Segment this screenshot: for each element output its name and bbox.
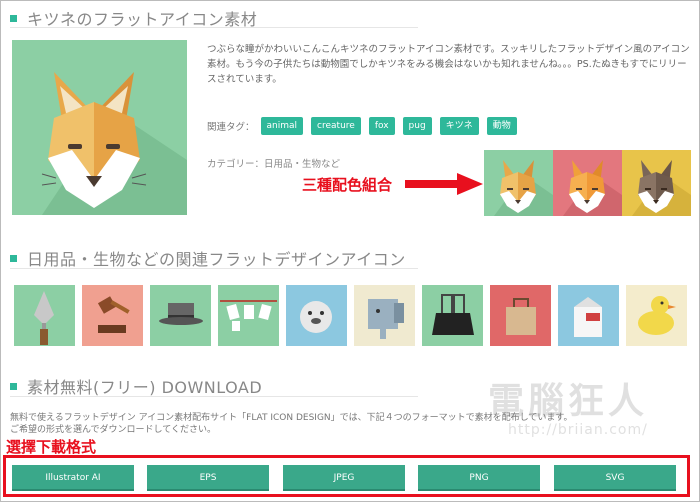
bullet-square xyxy=(10,254,17,262)
tag-doubutsu[interactable]: 動物 xyxy=(486,117,517,135)
tag-pug[interactable]: pug xyxy=(402,117,432,135)
duck-icon xyxy=(638,296,676,335)
related-icon-tile[interactable] xyxy=(286,285,347,346)
bullet-square xyxy=(10,382,17,390)
trowel-icon xyxy=(34,291,54,345)
bullet-square xyxy=(10,14,17,22)
tag-creature[interactable]: creature xyxy=(311,117,361,135)
tag-animal[interactable]: animal xyxy=(260,117,304,135)
binder-clip-icon xyxy=(432,294,474,335)
select-format-annotation: 選擇下載格式 xyxy=(6,436,97,457)
three-color-annotation: 三種配色組合 xyxy=(302,176,393,194)
section-divider xyxy=(10,268,418,269)
related-icons-row xyxy=(14,285,694,346)
download-eps-button[interactable]: EPS xyxy=(147,465,269,491)
milk-carton-icon xyxy=(574,297,602,337)
related-tags: 関連タグ： animal creature fox pug キツネ 動物 xyxy=(207,117,525,135)
download-description-line: 無料で使えるフラットデザイン アイコン素材配布サイト「FLAT ICON DES… xyxy=(10,413,573,423)
download-description-line: ご希望の形式を選んでダウンロードしてください。 xyxy=(10,425,217,435)
related-icon-tile[interactable] xyxy=(82,285,143,346)
fox-red-icon xyxy=(563,160,622,216)
red-arrow-icon xyxy=(405,173,483,195)
related-icon-tile[interactable] xyxy=(626,285,687,346)
variant-green[interactable] xyxy=(484,150,553,216)
related-icon-tile[interactable] xyxy=(14,285,75,346)
clothesline-icon xyxy=(220,300,277,331)
related-icon-tile[interactable] xyxy=(558,285,619,346)
download-ai-button[interactable]: Illustrator AI xyxy=(12,465,134,491)
section-header-related: 日用品・生物などの関連フラットデザインアイコン xyxy=(10,246,406,270)
fox-description: つぶらな瞳がかわいいこんこんキツネのフラットアイコン素材です。スッキリしたフラッ… xyxy=(207,44,690,85)
section-divider xyxy=(10,396,418,397)
download-png-button[interactable]: PNG xyxy=(418,465,540,491)
section-divider xyxy=(10,27,418,28)
fox-yellow-icon xyxy=(632,160,691,216)
section-title: 素材無料(フリー) DOWNLOAD xyxy=(27,378,263,397)
elephant-icon xyxy=(368,299,404,339)
tags-label: 関連タグ： xyxy=(207,122,255,133)
variant-yellow[interactable] xyxy=(622,150,691,216)
related-icon-tile[interactable] xyxy=(490,285,551,346)
related-icon-tile[interactable] xyxy=(422,285,483,346)
section-header-download: 素材無料(フリー) DOWNLOAD xyxy=(10,374,262,398)
tag-kitsune[interactable]: キツネ xyxy=(439,117,479,135)
download-svg-button[interactable]: SVG xyxy=(554,465,676,491)
hat-icon xyxy=(159,303,203,325)
category-label: カテゴリー：日用品・生物など xyxy=(207,159,341,170)
related-icon-tile[interactable] xyxy=(354,285,415,346)
fox-green-icon xyxy=(494,160,553,216)
color-variants xyxy=(484,150,691,216)
fox-hero-image xyxy=(12,40,187,215)
related-icon-tile[interactable] xyxy=(150,285,211,346)
section-title: 日用品・生物などの関連フラットデザインアイコン xyxy=(27,250,406,269)
shopping-bag-icon xyxy=(506,298,536,335)
seal-icon xyxy=(300,301,332,333)
fox-icon xyxy=(41,72,187,215)
gavel-icon xyxy=(97,296,130,333)
tag-fox[interactable]: fox xyxy=(368,117,395,135)
related-icon-tile[interactable] xyxy=(218,285,279,346)
download-description: 無料で使えるフラットデザイン アイコン素材配布サイト「FLAT ICON DES… xyxy=(10,412,690,436)
download-jpeg-button[interactable]: JPEG xyxy=(283,465,405,491)
variant-red[interactable] xyxy=(553,150,622,216)
